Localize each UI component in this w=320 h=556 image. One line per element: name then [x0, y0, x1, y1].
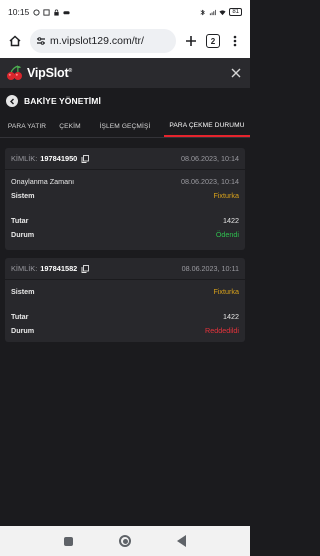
battery-indicator: 81 [229, 8, 242, 16]
app-header: VipSlot® [0, 58, 250, 88]
row-label: Tutar [11, 311, 29, 321]
home-button[interactable] [6, 32, 24, 50]
system-row: Sistem Fixturka [5, 188, 245, 202]
plus-icon [186, 36, 196, 46]
gamepad-icon [63, 10, 70, 14]
close-button[interactable] [228, 65, 244, 81]
signal-icon [210, 9, 217, 15]
system-icons: 81 [199, 8, 242, 16]
amount-row: Tutar 1422 [5, 213, 245, 227]
page-title-row: BAKİYE YÖNETİMİ [0, 88, 250, 114]
url-text[interactable]: m.vipslot129.com/tr/ [50, 35, 144, 47]
browser-toolbar: m.vipslot129.com/tr/ 2 [0, 24, 250, 58]
cherry-icon [7, 65, 22, 80]
copy-icon[interactable] [81, 264, 90, 273]
chevron-left-icon [9, 98, 14, 104]
id-label: KİMLİK: [11, 264, 38, 273]
card-date: 08.06.2023, 10:11 [181, 264, 239, 273]
tab-withdraw[interactable]: ÇEKİM [54, 116, 86, 137]
row-label: Onaylanma Zamanı [11, 176, 75, 186]
logo-registered-mark: ® [68, 67, 72, 74]
row-label: Sistem [11, 190, 35, 200]
card-header: KİMLİK: 197841950 08.06.2023, 10:14 [5, 148, 245, 170]
card-date: 08.06.2023, 10:14 [181, 154, 239, 163]
withdrawal-card: KİMLİK: 197841582 08.06.2023, 10:11 Sist… [5, 258, 245, 342]
tab-transaction-history[interactable]: İŞLEM GEÇMİŞİ [86, 116, 164, 137]
id-value: 197841582 [40, 264, 78, 273]
system-value: Fixturka [213, 286, 239, 296]
back-button[interactable] [6, 95, 18, 107]
status-bar: 10:15 81 [0, 0, 250, 24]
row-label: Durum [11, 325, 35, 335]
copy-icon[interactable] [81, 154, 90, 163]
more-vert-icon [233, 35, 237, 47]
page-title: BAKİYE YÖNETİMİ [24, 96, 101, 106]
sync-icon [33, 8, 40, 16]
back-nav-button[interactable] [177, 535, 186, 547]
amount-value: 1422 [223, 215, 239, 225]
lock-notification-icon [54, 9, 59, 16]
notification-icons [33, 8, 70, 16]
battery-level: 81 [232, 9, 239, 15]
system-value: Fixturka [213, 190, 239, 200]
logo-slot: Slot [45, 66, 69, 80]
approval-time-value: 08.06.2023, 10:14 [181, 176, 239, 186]
bluetooth-icon [200, 9, 206, 15]
browser-menu-button[interactable] [226, 32, 244, 50]
image-icon [43, 8, 50, 16]
vipslot-logo[interactable]: VipSlot® [6, 65, 72, 81]
home-nav-button[interactable] [119, 535, 131, 547]
status-time: 10:15 [8, 7, 30, 17]
logo-wordmark: VipSlot® [27, 66, 72, 80]
row-label: Sistem [11, 286, 35, 296]
home-dot-icon [122, 538, 128, 544]
recents-button[interactable] [64, 536, 73, 546]
wifi-icon [219, 9, 226, 15]
card-header: KİMLİK: 197841582 08.06.2023, 10:11 [5, 258, 245, 280]
id-label: KİMLİK: [11, 154, 38, 163]
close-icon [231, 68, 241, 78]
home-icon [9, 35, 21, 47]
tab-switcher-button[interactable]: 2 [206, 34, 220, 48]
status-badge: Reddedildi [205, 325, 239, 335]
row-label: Tutar [11, 215, 29, 225]
status-row: Durum Ödendi [5, 227, 245, 241]
approval-time-row: Onaylanma Zamanı 08.06.2023, 10:14 [5, 174, 245, 188]
row-label: Durum [11, 229, 35, 239]
balance-tabs: PARA YATIR ÇEKİM İŞLEM GEÇMİŞİ PARA ÇEKM… [0, 116, 250, 138]
amount-row: Tutar 1422 [5, 309, 245, 323]
tab-deposit[interactable]: PARA YATIR [0, 116, 54, 137]
new-tab-button[interactable] [182, 32, 200, 50]
system-row: Sistem Fixturka [5, 284, 245, 298]
status-badge: Ödendi [215, 229, 239, 239]
address-bar[interactable]: m.vipslot129.com/tr/ [30, 29, 176, 53]
id-value: 197841950 [40, 154, 78, 163]
site-info-icon[interactable] [36, 36, 46, 46]
status-row: Durum Reddedildi [5, 323, 245, 337]
amount-value: 1422 [223, 311, 239, 321]
withdrawal-card: KİMLİK: 197841950 08.06.2023, 10:14 Onay… [5, 148, 245, 250]
system-navigation-bar [0, 526, 250, 556]
logo-vip: Vip [27, 66, 46, 80]
tab-withdrawal-status[interactable]: PARA ÇEKME DURUMU [164, 116, 250, 137]
